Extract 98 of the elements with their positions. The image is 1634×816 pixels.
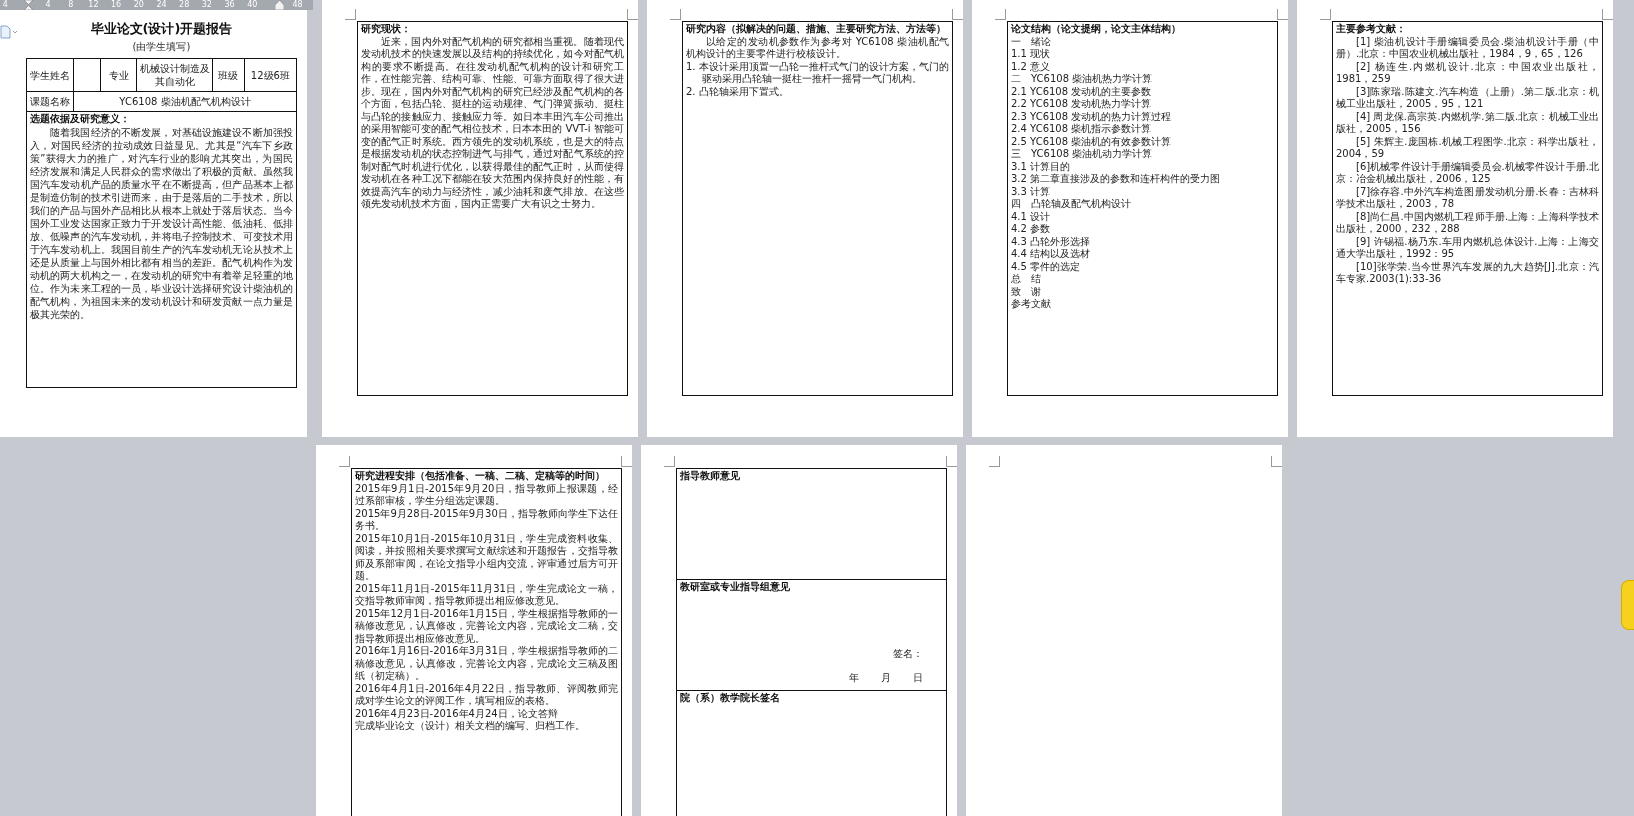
ruler-number: 12 bbox=[87, 0, 100, 10]
paragraph: [10]张学荣.当今世界汽车发展的九大趋势[J].北京：汽车专家.2003(1):33-36 bbox=[1336, 260, 1599, 286]
signature-label: 签名： bbox=[893, 647, 923, 661]
text-line: 一 绪论 bbox=[1011, 35, 1052, 48]
ruler-number: 40 bbox=[246, 0, 259, 10]
text-line: 二 YC6108 柴油机热力学计算 bbox=[1011, 73, 1154, 86]
paragraph: 随着我国经济的不断发展，对基础设施建设不断加强投入，对国民经济的拉动成效日益显见。尤其是“汽车下乡政策”获得大力的推广，对汽车行业的影响尤其突出，为国民经济发展和满足人民群众的需求做出了积极的贡献。虽然我国汽车发动机产品的质量水平在不断提高，但产品基本上都是制造仿制的技术引进而来，由于是落后的二手技术，所以我们的产品与国外产品相比从根本上就处于落后状态。当今国外工业发达国家正致力于开发设计高性能、低油耗、低排放、低噪声的汽车发动机，并将电子控制技术、可变技术用于汽车发动机上。我国目前生产的汽车发动机无论从技术上还是从质量上与国外相比都有相当的差距。配气机构作为发动机的两大机构之一，在发动机的研究中有着举足轻重的地位。作为未来工程的一员，毕业设计选择研究设计柴油机的配气机构，为祖国未来的发动机设计和研发贡献一点力量是极其光荣的。 bbox=[30, 125, 293, 321]
indent-marker-icon[interactable] bbox=[24, 0, 33, 10]
crop-mark bbox=[345, 9, 356, 20]
section-heading: 指导教师意见 bbox=[680, 470, 741, 483]
crop-mark bbox=[952, 9, 963, 20]
text-line: 四 凸轮轴及配气机构设计 bbox=[1011, 198, 1132, 211]
ruler-number: 4 bbox=[1, 0, 9, 10]
document-icon[interactable] bbox=[0, 25, 18, 39]
paragraph: [6]机械零件设计手册编辑委员会.机械零件设计手册.北京：冶金机械出版社，2006，125 bbox=[1336, 160, 1599, 186]
crop-mark bbox=[1271, 456, 1282, 467]
paragraph: [3]陈家瑞.陈建文.汽车构造（上册）.第二版.北京：机械工业出版社，2005，95，121 bbox=[1336, 85, 1599, 111]
section-heading: 研究内容（拟解决的问题、措施、主要研究方法、方法等） bbox=[686, 23, 947, 36]
text-line: 2015年11月1日-2015年11月31日，学生完成论文一稿，交指导教师审阅，指导教师提出相应修改意见。 bbox=[355, 582, 618, 608]
text-line: 4.1 设计 bbox=[1011, 210, 1052, 223]
table-cell: 学生姓名 bbox=[27, 59, 74, 92]
section-heading: 教研室或专业指导组意见 bbox=[680, 581, 791, 594]
section-heading: 研究进程安排（包括准备、一稿、二稿、定稿等的时间） bbox=[355, 470, 606, 483]
ruler-number: 4 bbox=[44, 0, 52, 10]
text-line: 2015年9月28日-2015年9月30日，指导教师向学生下达任务书。 bbox=[355, 507, 618, 533]
text-line: 4.5 零件的选定 bbox=[1011, 260, 1082, 273]
table-cell: 12级6班 bbox=[244, 59, 296, 92]
date-label: 月 bbox=[881, 671, 891, 685]
text-line: 2.2 YC6108 发动机热力学计算 bbox=[1011, 98, 1153, 111]
indent-marker-icon[interactable] bbox=[275, 0, 284, 10]
text-line: 致 谢 bbox=[1011, 285, 1042, 298]
text-line: 2015年10月1日-2015年10月31日，学生完成资料收集、阅读，并按照相关要求撰写文献综述和开题报告，交指导教师及系部审阅，在论文指导小组内交流，评审通过后方可开题。 bbox=[355, 532, 618, 583]
paragraph: [1] 柴油机设计手册编辑委员会.柴油机设计手册（中册）.北京：中国农业机械出版社，1984，9，65，126 bbox=[1336, 35, 1599, 61]
text-line: 2015年12月1日-2016年1月15日，学生根据指导教师的一稿修改意见，认真修改，完善论文内容，完成论文二稿，交指导教师提出相应修改意见。 bbox=[355, 607, 618, 645]
list-item: 2. 凸轮轴采用下置式。 bbox=[686, 85, 790, 98]
date-label: 年 bbox=[849, 671, 859, 685]
text-line: 2.4 YC6108 柴机指示参数计算 bbox=[1011, 123, 1153, 136]
list-item: 1. 本设计采用顶置一凸轮一推杆式气门的设计方案，气门的驱动采用凸轮轴一挺柱一推杆一摇臂一气门机构。 bbox=[686, 60, 949, 86]
crop-mark bbox=[621, 456, 632, 467]
crop-mark bbox=[627, 9, 638, 20]
text-line: 3.2 第二章直接涉及的参数和连杆构件的受力图 bbox=[1011, 173, 1222, 186]
ruler-number: 36 bbox=[223, 0, 236, 10]
text-line: 2.3 YC6108 发动机的热力计算过程 bbox=[1011, 110, 1173, 123]
section-heading: 研究现状： bbox=[361, 23, 412, 36]
table-cell: 专业 bbox=[100, 59, 137, 92]
text-line: 2.1 YC6108 发动机的主要参数 bbox=[1011, 85, 1153, 98]
ruler-number: 48 bbox=[291, 0, 304, 10]
crop-mark bbox=[339, 456, 350, 467]
paragraph: 近来，国内外对配气机构的研究都相当重视。随着现代发动机技术的快速发展以及结构的持续优化，如今对配气机构的要求不断提高。在往发动机配气机构的设计和研究工作，在性能完善、结构可靠、性能、可靠方面取得了很大进步。现在，国内外对配气机构的研究已经涉及配气机构的各个方面，包括凸轮、挺柱的运动规律、气门弹簧振动、挺柱与凸轮的接触应力、接触应力等。如日本丰田汽车公司推出的采用智能可变的配气相位技术，日本本田的 VVT-i 智能可变的配气正时系统。西方领先的发动机系统，也是大的特点是根据发动机的状态控制进气与排气，通过对配气系统的控制对配气时机进行优化，以获得最佳的配气正时，从而使得发动机在各种工况下都能在较大范围内保持良好的性能，有效提高汽车的动力与经济性，减少油耗和废气排放。在这些领先发动机技术方面，国内正需要广大有识之士努力。 bbox=[361, 35, 624, 211]
document-subtitle: (由学生填写) bbox=[131, 40, 192, 54]
text-line: 三 YC6108 柴油机动力学计算 bbox=[1011, 148, 1154, 161]
text-line: 4.2 参数 bbox=[1011, 223, 1052, 236]
ruler-number: 28 bbox=[178, 0, 191, 10]
text-line: 完成毕业论文（设计）相关文档的编写、归档工作。 bbox=[355, 720, 586, 733]
section-heading: 主要参考文献： bbox=[1336, 23, 1407, 36]
paragraph: [7]徐存容.中外汽车构造图册发动机分册.长春：吉林科学技术出版社，2003，78 bbox=[1336, 185, 1599, 211]
text-line: 2015年9月1日-2015年9月20日，指导教师上报课题，经过系部审核，学生分组选定课题。 bbox=[355, 482, 618, 508]
crop-mark bbox=[1320, 9, 1331, 20]
paragraph: 以给定的发动机参数作为参考对 YC6108 柴油机配气机构设计的主要零件进行校核设计。 bbox=[686, 35, 949, 61]
date-label: 日 bbox=[913, 671, 923, 685]
crop-mark bbox=[946, 456, 957, 467]
text-line: 1.2 意义 bbox=[1011, 60, 1052, 73]
text-line: 3.3 计算 bbox=[1011, 185, 1052, 198]
ruler-number: 16 bbox=[110, 0, 123, 10]
paragraph: [9] 许锡福.杨乃东.车用内燃机总体设计.上海：上海交通大学出版社，1992：95 bbox=[1336, 235, 1599, 261]
crop-mark bbox=[989, 456, 1000, 467]
ruler-number: 32 bbox=[200, 0, 213, 10]
paragraph: [5] 朱辉主.庞国栋.机械工程图学.北京：科学出版社，2004，59 bbox=[1336, 135, 1599, 161]
text-line: 2.5 YC6108 柴油机的有效参数计算 bbox=[1011, 135, 1173, 148]
ruler-number: 8 bbox=[67, 0, 75, 10]
section-heading: 论文结构（论文提纲，论文主体结构） bbox=[1011, 23, 1182, 36]
crop-mark bbox=[1602, 9, 1613, 20]
table-cell: 机械设计制造及其自动化 bbox=[136, 59, 213, 92]
paragraph: [2] 杨连生.内燃机设计.北京：中国农业出版社，1981，259 bbox=[1336, 60, 1599, 86]
section-heading: 选题依据及研究意义： bbox=[30, 113, 131, 126]
text-line: 总 结 bbox=[1011, 273, 1042, 286]
text-line: 4.3 凸轮外形选择 bbox=[1011, 235, 1092, 248]
paragraph: [8]尚仁昌.中国内燃机工程师手册.上海：上海科学技术出版社，2000，232，288 bbox=[1336, 210, 1599, 236]
section-heading: 院（系）教学院长签名 bbox=[680, 692, 781, 705]
ruler-number: 24 bbox=[155, 0, 168, 10]
ruler-number: 20 bbox=[132, 0, 145, 10]
crop-mark bbox=[670, 9, 681, 20]
text-line: 3.1 计算目的 bbox=[1011, 160, 1072, 173]
text-line: 2016年4月1日-2016年4月22日，指导教师、评阅教师完成对学生论文的评阅工作，填写相应的表格。 bbox=[355, 682, 618, 708]
crop-mark bbox=[664, 456, 675, 467]
crop-mark bbox=[1277, 9, 1288, 20]
table-cell: 课题名称 bbox=[27, 91, 74, 112]
text-line: 2016年1月16日-2016年3月31日，学生根据指导教师的二稿修改意见，认真修改，完善论文内容，完成论文三稿及图纸（初定稿）。 bbox=[355, 645, 618, 683]
paragraph: [4] 周龙保.高宗英.内燃机学.第二版.北京：机械工业出版社，2005，156 bbox=[1336, 110, 1599, 136]
text-line: 4.4 结构以及选材 bbox=[1011, 248, 1092, 261]
text-line: 2016年4月23日-2016年4月24日，论文答辩 bbox=[355, 707, 559, 720]
crop-mark bbox=[995, 9, 1006, 20]
table-cell: 班级 bbox=[212, 59, 245, 92]
document-title: 毕业论文(设计)开题报告 bbox=[89, 20, 234, 38]
table-cell: YC6108 柴油机配气机构设计 bbox=[73, 91, 296, 112]
text-line: 1.1 现状 bbox=[1011, 48, 1052, 61]
side-tab[interactable] bbox=[1621, 580, 1634, 630]
text-line: 参考文献 bbox=[1011, 298, 1052, 311]
